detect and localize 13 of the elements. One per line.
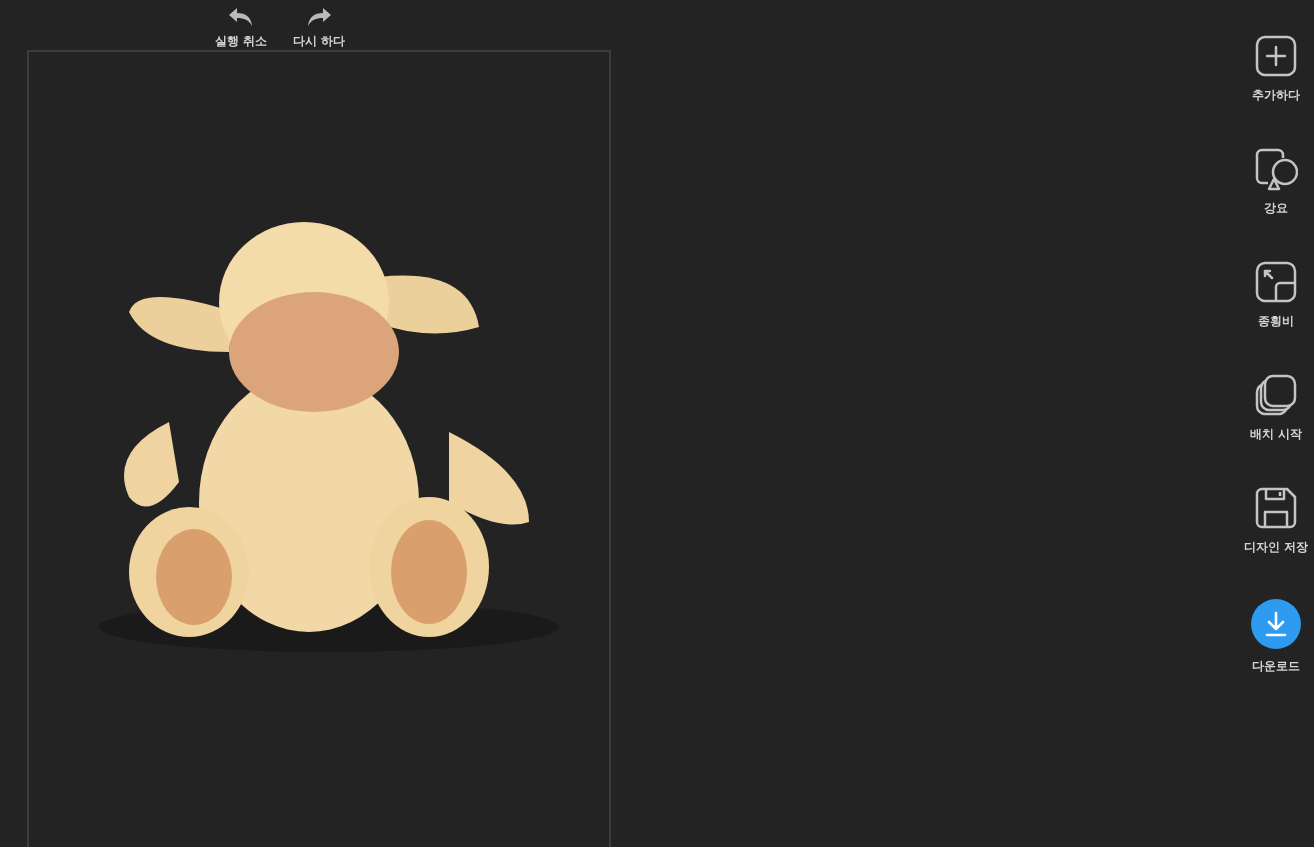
- add-button[interactable]: 추가하다: [1252, 34, 1300, 104]
- download-icon: [1251, 599, 1301, 649]
- ratio-button[interactable]: 종횡비: [1254, 260, 1298, 330]
- shapes-icon: [1254, 147, 1298, 191]
- download-button[interactable]: 다운로드: [1251, 599, 1301, 675]
- aspect-ratio-icon: [1254, 260, 1298, 304]
- stack-icon: [1254, 373, 1298, 417]
- save-button[interactable]: 디자인 저장: [1243, 486, 1309, 556]
- batch-button[interactable]: 배치 시작: [1249, 373, 1303, 443]
- undo-button[interactable]: 실행 취소: [212, 0, 269, 50]
- shapes-button[interactable]: 강요: [1254, 147, 1298, 217]
- redo-button[interactable]: 다시 하다: [291, 0, 348, 50]
- plus-icon: [1254, 34, 1298, 78]
